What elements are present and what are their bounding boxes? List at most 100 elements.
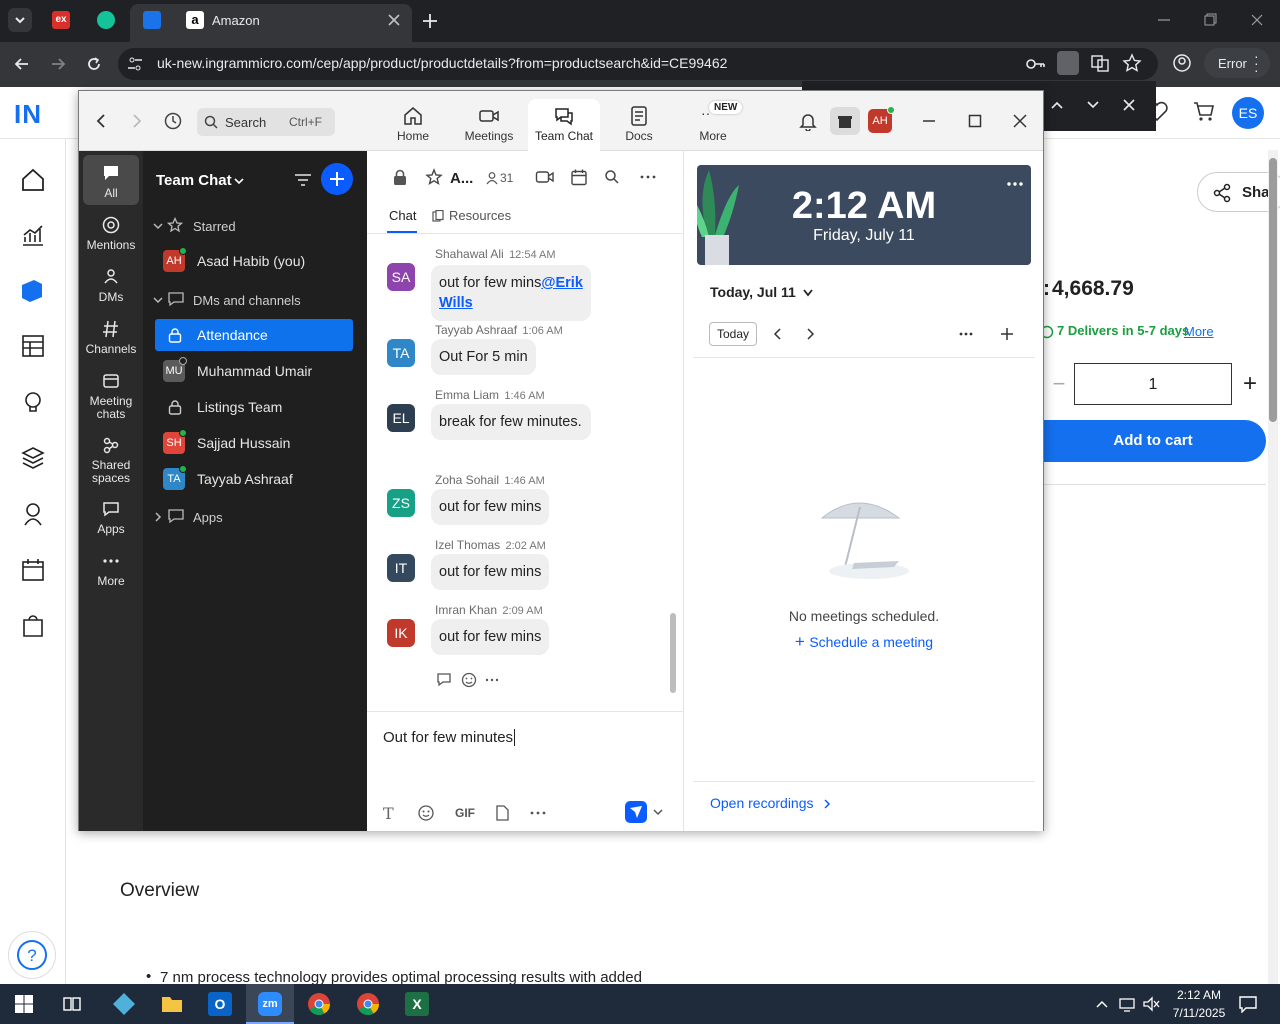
forward-icon[interactable]: [129, 113, 145, 129]
message[interactable]: IT Izel Thomas 2:02 AM out for few mins: [387, 538, 677, 598]
tab-search-button[interactable]: [8, 8, 32, 32]
new-chat-button[interactable]: [321, 163, 353, 195]
message[interactable]: TA Tayyab Ashraaf 1:06 AM Out For 5 min: [387, 323, 677, 383]
task-view-icon[interactable]: [62, 994, 82, 1014]
close-icon[interactable]: [1012, 113, 1028, 129]
notifications-icon[interactable]: [1238, 995, 1258, 1013]
video-icon[interactable]: [535, 168, 555, 186]
reload-icon[interactable]: [84, 54, 104, 74]
minimize-icon[interactable]: [1156, 12, 1172, 28]
taskbar-zoom[interactable]: zm: [246, 984, 294, 1024]
rail-meeting-chats[interactable]: Meeting chats: [83, 371, 139, 421]
apps-section-label[interactable]: Apps: [193, 510, 223, 525]
taskbar-chrome-profile[interactable]: [356, 992, 380, 1016]
sidebar-item-muhammad-umair[interactable]: MU Muhammad Umair: [155, 355, 353, 387]
attachment-icon[interactable]: [494, 804, 510, 822]
find-prev-icon[interactable]: [1050, 98, 1064, 112]
sidebar-item-listings-team[interactable]: Listings Team: [155, 391, 353, 423]
filter-icon[interactable]: [293, 170, 313, 190]
reply-icon[interactable]: [436, 672, 454, 688]
quantity-increase[interactable]: +: [1232, 363, 1268, 405]
rail-shared-spaces[interactable]: Shared spaces: [83, 435, 139, 485]
new-tab-icon[interactable]: [421, 12, 439, 30]
chevron-down-icon[interactable]: [653, 807, 663, 817]
window-close-icon[interactable]: [1249, 12, 1265, 28]
rail-apps[interactable]: Apps: [83, 499, 139, 536]
layers-icon[interactable]: [20, 445, 46, 471]
taskbar-app-1[interactable]: [112, 992, 136, 1016]
tab-chat[interactable]: Chat: [389, 208, 416, 223]
taskbar-date[interactable]: 7/11/2025: [1166, 1006, 1232, 1020]
add-to-cart-button[interactable]: Add to cart: [1040, 420, 1266, 462]
nav-more[interactable]: ·· NEW More: [683, 99, 743, 145]
calendar-icon[interactable]: [570, 168, 588, 186]
support-icon[interactable]: [20, 501, 46, 527]
message-compose-input[interactable]: Out for few minutes: [381, 719, 671, 779]
maximize-icon[interactable]: [967, 113, 983, 129]
profile-icon[interactable]: [1172, 53, 1192, 73]
restore-icon[interactable]: [1202, 12, 1218, 28]
rail-dms[interactable]: DMs: [83, 267, 139, 304]
taskbar-time[interactable]: 2:12 AM: [1172, 988, 1226, 1002]
lightbulb-icon[interactable]: [20, 389, 46, 415]
chevron-down-icon[interactable]: [153, 295, 163, 305]
active-tab[interactable]: [130, 4, 412, 42]
starred-section-label[interactable]: Starred: [193, 219, 236, 234]
message[interactable]: EL Emma Liam 1:46 AM break for few minut…: [387, 388, 677, 468]
search-icon[interactable]: [604, 169, 620, 185]
nav-meetings[interactable]: Meetings: [457, 99, 521, 145]
today-button[interactable]: Today: [709, 322, 757, 346]
cart-icon[interactable]: [1192, 99, 1216, 123]
sidebar-item-attendance[interactable]: Attendance: [155, 319, 353, 351]
find-close-icon[interactable]: [1122, 98, 1136, 112]
taskbar-excel[interactable]: X: [405, 992, 429, 1016]
tab-resources[interactable]: Resources: [449, 208, 511, 223]
channel-name[interactable]: A...: [450, 170, 473, 187]
minimize-icon[interactable]: [921, 113, 937, 129]
calendar-date-header[interactable]: Today, Jul 11: [710, 284, 796, 300]
emoji-icon[interactable]: [417, 804, 435, 822]
chevron-down-icon[interactable]: [802, 288, 814, 298]
rail-more[interactable]: More: [83, 551, 139, 588]
catalog-icon[interactable]: [20, 333, 46, 359]
calendar-icon[interactable]: [20, 557, 46, 583]
delivery-more-link[interactable]: More: [1184, 324, 1214, 339]
nav-home[interactable]: Home: [383, 99, 443, 145]
page-scrollbar[interactable]: [1268, 150, 1278, 984]
rail-channels[interactable]: Channels: [83, 319, 139, 356]
message[interactable]: ZS Zoha Sohail 1:46 AM out for few mins: [387, 473, 677, 533]
rail-all[interactable]: All: [83, 155, 139, 205]
tab-favicon-ex[interactable]: ex: [52, 11, 70, 29]
emoji-icon[interactable]: [461, 672, 477, 688]
chevron-up-icon[interactable]: [1095, 998, 1109, 1010]
more-options-icon[interactable]: [639, 169, 657, 185]
taskbar-chrome[interactable]: [307, 992, 331, 1016]
close-icon[interactable]: [386, 12, 402, 28]
bag-icon[interactable]: [20, 613, 46, 639]
network-icon[interactable]: [1118, 996, 1136, 1012]
search-bar[interactable]: Search Ctrl+F: [197, 108, 335, 136]
gif-button[interactable]: GIF: [455, 806, 475, 820]
quantity-input[interactable]: 1: [1074, 363, 1232, 405]
chevron-left-icon[interactable]: [772, 327, 784, 341]
find-next-icon[interactable]: [1086, 98, 1100, 112]
members-icon[interactable]: [485, 171, 499, 185]
star-icon[interactable]: [425, 168, 443, 186]
volume-muted-icon[interactable]: [1142, 996, 1160, 1012]
chat-scrollbar-thumb[interactable]: [670, 613, 676, 693]
send-button[interactable]: [625, 801, 647, 823]
bookmark-star-icon[interactable]: [1122, 53, 1142, 73]
sidebar-item-asad-habib[interactable]: AH Asad Habib (you): [155, 245, 353, 277]
home-icon[interactable]: [20, 167, 46, 193]
site-info-icon[interactable]: [126, 55, 144, 73]
member-count[interactable]: 31: [500, 171, 513, 185]
lens-icon[interactable]: [1057, 51, 1079, 75]
analytics-icon[interactable]: [20, 223, 46, 249]
schedule-meeting-link[interactable]: + Schedule a meeting: [684, 632, 1044, 652]
help-button[interactable]: ?: [8, 931, 56, 979]
quantity-decrease[interactable]: −: [1044, 363, 1074, 405]
nav-docs[interactable]: Docs: [609, 99, 669, 145]
history-icon[interactable]: [163, 111, 183, 131]
user-avatar[interactable]: ES: [1232, 97, 1264, 129]
bell-icon[interactable]: [798, 111, 818, 131]
